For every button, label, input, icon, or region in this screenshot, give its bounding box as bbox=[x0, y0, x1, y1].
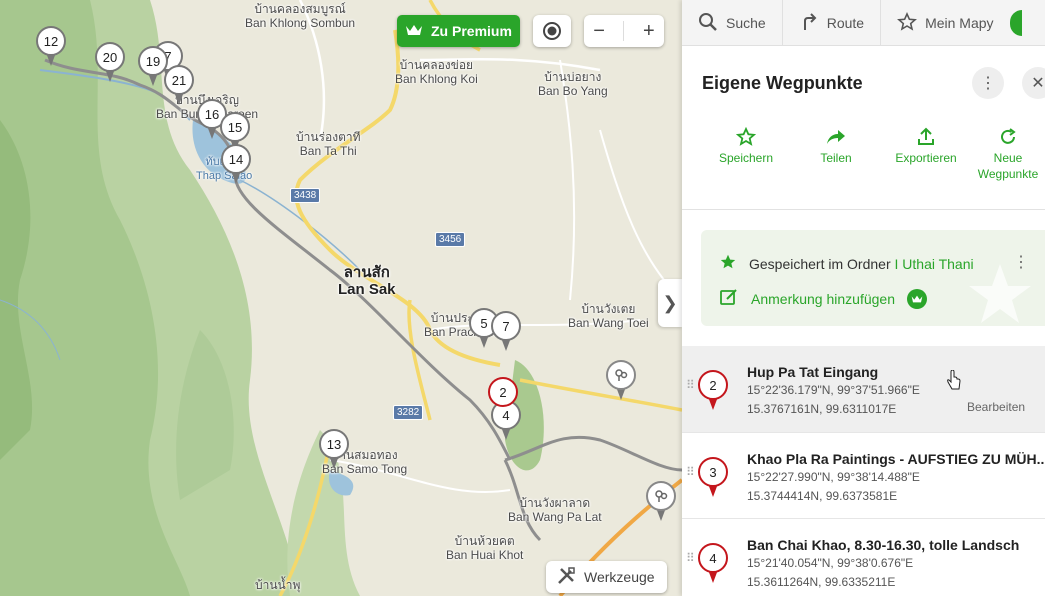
map-pin[interactable]: 20 bbox=[95, 42, 125, 86]
map-canvas[interactable]: บ้านคลองสมบูรณ์ Ban Khlong Sombun บ้านคลอ… bbox=[0, 0, 682, 596]
map-pin[interactable]: 13 bbox=[319, 429, 349, 473]
place-ban-bo-yang: บ้านบ่อยาง Ban Bo Yang bbox=[538, 70, 608, 98]
avatar[interactable] bbox=[1009, 10, 1022, 36]
close-button[interactable]: ✕ bbox=[1022, 67, 1045, 99]
premium-crown-badge-icon bbox=[907, 288, 927, 309]
add-note-label: Anmerkung hinzufügen bbox=[751, 290, 895, 307]
share-action-label: Teilen bbox=[820, 151, 852, 165]
edit-note-icon bbox=[719, 287, 739, 310]
waypoint-coords-decimal: 15.3611264N, 99.6335211E bbox=[747, 575, 896, 589]
nav-route-label: Route bbox=[826, 15, 865, 31]
waypoint-coords-decimal: 15.3744414N, 99.6373581E bbox=[747, 489, 898, 503]
folder-more-button[interactable]: ⋮ bbox=[1013, 252, 1029, 272]
route-icon bbox=[799, 12, 819, 35]
map-pin[interactable]: 12 bbox=[36, 26, 66, 70]
new-waypoints-action-button[interactable]: Neue Wegpunkte bbox=[968, 124, 1045, 182]
poi-pin[interactable] bbox=[606, 360, 636, 404]
waypoint-item[interactable]: ⠿ 4 Ban Chai Khao, 8.30-16.30, tolle Lan… bbox=[682, 518, 1045, 596]
crown-icon bbox=[405, 23, 423, 40]
collapse-panel-button[interactable]: ❯ bbox=[658, 279, 682, 327]
vertical-dots-icon: ⋮ bbox=[1013, 254, 1029, 271]
drag-handle-icon[interactable]: ⠿ bbox=[686, 466, 695, 478]
waypoint-pin-icon: 3 bbox=[698, 457, 728, 501]
side-panel: Suche Route Mein Mapy Eigene Wegpunkte ⋮… bbox=[682, 0, 1045, 596]
waypoint-item[interactable]: ⠿ 3 Khao Pla Ra Paintings - AUFSTIEG ZU … bbox=[682, 432, 1045, 518]
saved-folder-prefix: Gespeichert im Ordner bbox=[749, 255, 891, 272]
waypoint-coords-dms: 15°21'40.054"N, 99°38'0.676"E bbox=[747, 556, 914, 570]
place-lan-sak: ลานสัก Lan Sak bbox=[338, 264, 396, 298]
add-note-button[interactable]: Anmerkung hinzufügen bbox=[719, 287, 927, 310]
zoom-divider bbox=[623, 21, 625, 41]
road-number-3456: 3456 bbox=[435, 232, 466, 247]
nav-my-mapy[interactable]: Mein Mapy bbox=[881, 0, 1027, 46]
nav-search-label: Suche bbox=[726, 15, 766, 31]
tools-icon bbox=[556, 566, 576, 589]
poi-pin[interactable] bbox=[646, 481, 676, 525]
poi-marker-icon bbox=[646, 481, 676, 511]
new-waypoints-action-label: Neue Wegpunkte bbox=[977, 151, 1039, 181]
locate-icon bbox=[543, 22, 561, 40]
zoom-in-button[interactable]: + bbox=[643, 20, 655, 43]
share-action-button[interactable]: Teilen bbox=[796, 124, 876, 166]
locate-button[interactable] bbox=[533, 15, 571, 47]
premium-button[interactable]: Zu Premium bbox=[397, 15, 520, 47]
folder-link[interactable]: I Uthai Thani bbox=[895, 256, 974, 272]
place-ban-ta-thi: บ้านร่องตาที Ban Ta Thi bbox=[296, 130, 361, 158]
place-ban-wang-toei: บ้านวังเตย Ban Wang Toei bbox=[568, 302, 649, 330]
place-ban-huai-khot: บ้านห้วยคต Ban Huai Khot bbox=[446, 534, 524, 562]
export-action-label: Exportieren bbox=[895, 151, 957, 165]
vertical-dots-icon: ⋮ bbox=[980, 75, 996, 92]
road-number-3282: 3282 bbox=[393, 405, 424, 420]
map-pin[interactable]: 7 bbox=[491, 311, 521, 355]
hand-cursor-icon bbox=[947, 370, 961, 390]
nav-route[interactable]: Route bbox=[783, 0, 882, 46]
share-arrow-icon bbox=[796, 124, 876, 150]
panel-title: Eigene Wegpunkte bbox=[702, 73, 863, 93]
map-pin[interactable]: 14 bbox=[221, 144, 251, 188]
nav-my-mapy-label: Mein Mapy bbox=[925, 15, 994, 31]
export-action-button[interactable]: Exportieren bbox=[886, 124, 966, 166]
saved-folder-row: Gespeichert im Ordner I Uthai Thani bbox=[719, 253, 974, 274]
poi-marker-icon bbox=[606, 360, 636, 390]
waypoint-pin-icon: 4 bbox=[698, 543, 728, 587]
save-action-button[interactable]: Speichern bbox=[706, 124, 786, 166]
zoom-out-button[interactable]: − bbox=[593, 20, 605, 43]
waypoint-coords-dms: 15°22'36.179"N, 99°37'51.966"E bbox=[747, 383, 920, 397]
waypoint-name: Hup Pa Tat Eingang bbox=[747, 364, 879, 380]
waypoint-name: Khao Pla Ra Paintings - AUFSTIEG ZU MÜH.… bbox=[747, 451, 1045, 467]
refresh-icon bbox=[968, 124, 1045, 150]
star-outline-icon bbox=[897, 11, 918, 35]
more-options-button[interactable]: ⋮ bbox=[972, 67, 1004, 99]
search-icon bbox=[698, 12, 718, 35]
zoom-controls: − + bbox=[584, 15, 664, 47]
star-outline-icon bbox=[706, 124, 786, 150]
tools-button[interactable]: Werkzeuge bbox=[546, 561, 667, 593]
road-number-3438: 3438 bbox=[290, 188, 321, 203]
map-pin[interactable]: 21 bbox=[164, 65, 194, 109]
waypoint-item[interactable]: ⠿ 2 Hup Pa Tat Eingang 15°22'36.179"N, 9… bbox=[682, 346, 1045, 432]
place-ban-khlong-sombun: บ้านคลองสมบูรณ์ Ban Khlong Sombun bbox=[245, 2, 356, 30]
drag-handle-icon[interactable]: ⠿ bbox=[686, 379, 695, 391]
tools-label: Werkzeuge bbox=[584, 569, 655, 585]
star-filled-icon bbox=[719, 253, 737, 274]
nav-search[interactable]: Suche bbox=[682, 0, 783, 46]
waypoint-coords-decimal: 15.3767161N, 99.6311017E bbox=[747, 402, 897, 416]
close-icon: ✕ bbox=[1031, 75, 1045, 92]
section-divider bbox=[682, 209, 1045, 210]
waypoint-pin-icon: 2 bbox=[698, 370, 728, 414]
chevron-right-icon: ❯ bbox=[662, 292, 678, 313]
waypoint-coords-dms: 15°22'27.990"N, 99°38'14.488"E bbox=[747, 470, 920, 484]
save-action-label: Speichern bbox=[718, 151, 774, 165]
place-ban-nam-phu: บ้านน้ำพุ bbox=[255, 578, 301, 592]
edit-waypoint-button[interactable]: Bearbeiten bbox=[967, 400, 1025, 414]
place-ban-khlong-koi: บ้านคลองข่อย Ban Khlong Koi bbox=[395, 58, 478, 86]
top-nav: Suche Route Mein Mapy bbox=[682, 0, 1045, 46]
place-ban-wang-pa-lat: บ้านวังผาลาด Ban Wang Pa Lat bbox=[508, 496, 602, 524]
premium-label: Zu Premium bbox=[431, 23, 512, 39]
waypoint-name: Ban Chai Khao, 8.30-16.30, tolle Landsch bbox=[747, 537, 1020, 553]
export-icon bbox=[886, 124, 966, 150]
folder-info-box: Gespeichert im Ordner I Uthai Thani ⋮ An… bbox=[701, 230, 1045, 326]
drag-handle-icon[interactable]: ⠿ bbox=[686, 552, 695, 564]
